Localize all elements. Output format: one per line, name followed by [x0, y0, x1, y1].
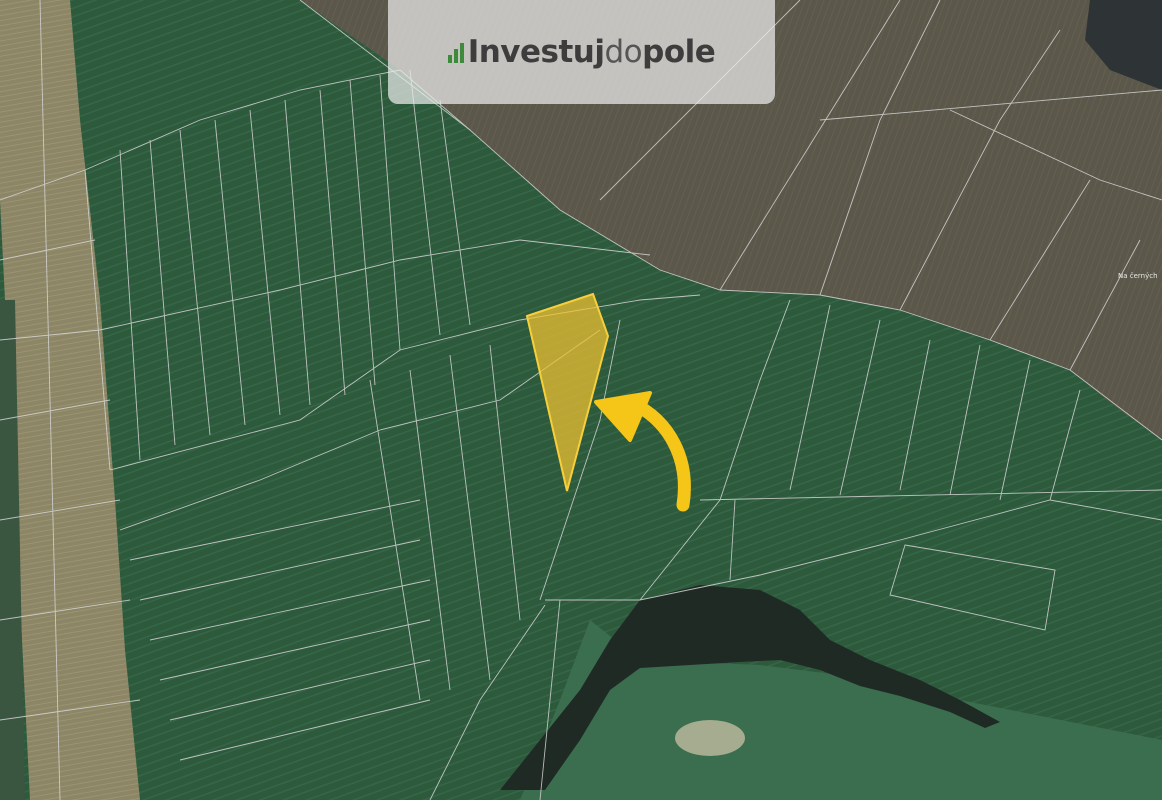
map-canvas — [0, 0, 1162, 800]
brand-logo: Investuj do pole — [447, 34, 716, 70]
pale-spot — [675, 720, 745, 756]
brand-name-part1: Investuj — [467, 34, 605, 70]
bar-chart-icon — [447, 41, 464, 63]
brand-logo-banner[interactable]: Investuj do pole — [388, 0, 775, 104]
place-label: Na černých — [1118, 272, 1158, 280]
brand-name-part2: do — [604, 34, 643, 70]
cadastral-map[interactable]: Na černých Investuj do pole — [0, 0, 1162, 800]
brand-name-part3: pole — [642, 34, 716, 70]
